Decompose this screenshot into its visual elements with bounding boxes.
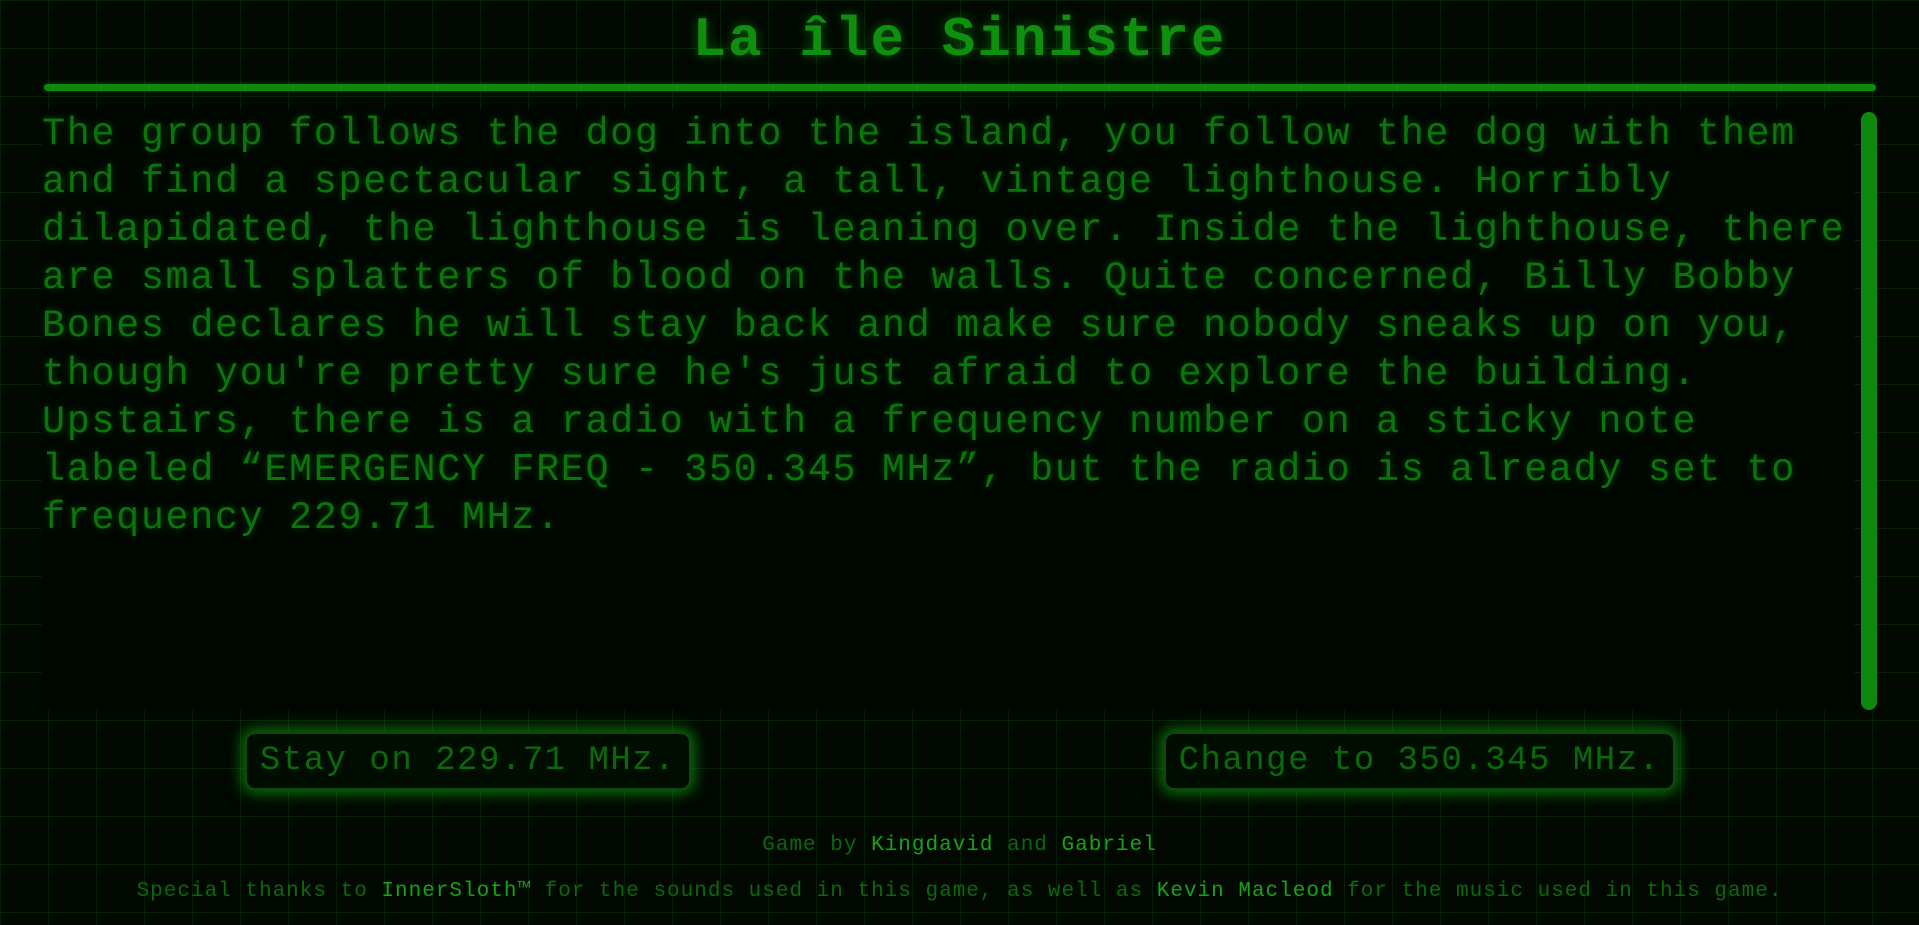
change-frequency-button[interactable]: Change to 350.345 MHz.	[1164, 732, 1675, 790]
credit-kevin-macleod: Kevin Macleod	[1156, 880, 1334, 903]
special-thanks: Special thanks to InnerSloth™ for the so…	[0, 880, 1919, 903]
story-text: The group follows the dog into the islan…	[42, 112, 1871, 540]
thanks-part-3: for the music used in this game.	[1333, 880, 1783, 903]
thanks-part-1: Special thanks to	[136, 880, 382, 903]
title-divider	[44, 84, 1876, 91]
story-scrollbar[interactable]	[1861, 112, 1877, 710]
credits-prefix: Game by	[762, 834, 872, 857]
thanks-part-2: for the sounds used in this game, as wel…	[531, 880, 1157, 903]
game-credits: Game by Kingdavid and Gabriel	[0, 834, 1919, 857]
author-kingdavid: Kingdavid	[871, 834, 994, 857]
credits-joiner: and	[993, 834, 1062, 857]
stay-frequency-button[interactable]: Stay on 229.71 MHz.	[245, 732, 691, 790]
author-gabriel: Gabriel	[1061, 834, 1157, 857]
story-panel[interactable]: The group follows the dog into the islan…	[42, 110, 1854, 710]
credit-innersloth: InnerSloth™	[381, 880, 532, 903]
game-title: La île Sinistre	[692, 8, 1227, 72]
